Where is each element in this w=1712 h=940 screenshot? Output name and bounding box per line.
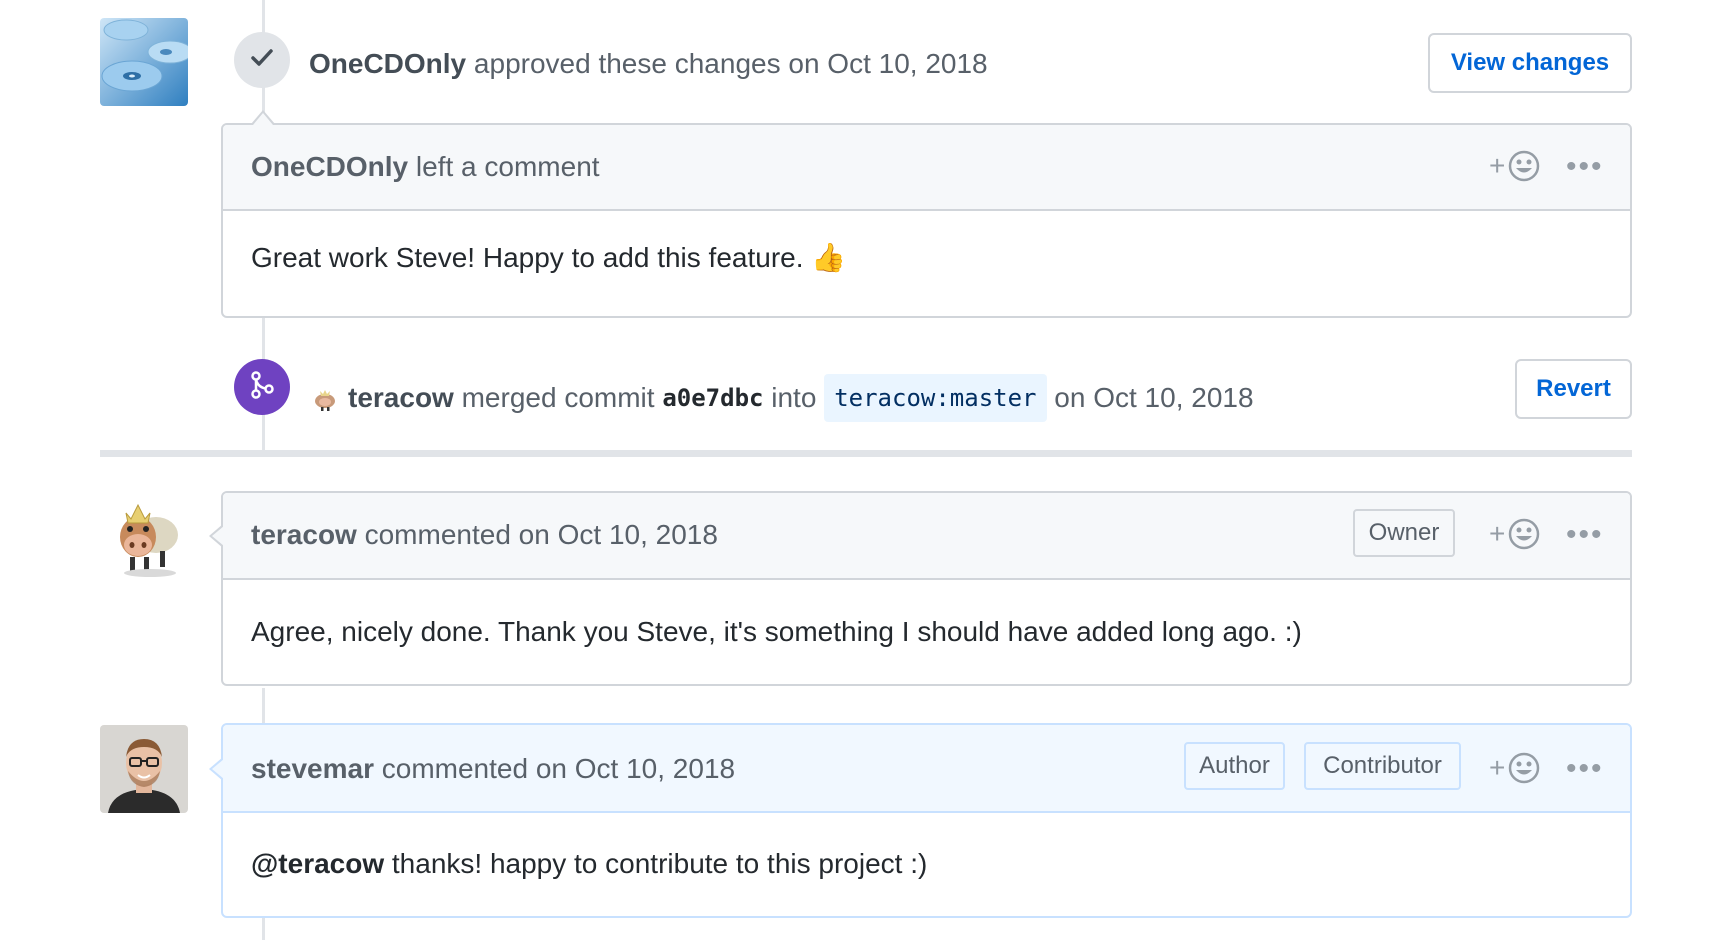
review-comment-author[interactable]: OneCDOnly	[251, 151, 408, 182]
avatar-stevemar[interactable]	[100, 725, 188, 813]
plus-glyph: +	[1489, 752, 1506, 783]
review-comment-text: Great work Steve! Happy to add this feat…	[251, 242, 804, 273]
view-changes-button[interactable]: View changes	[1428, 33, 1632, 93]
plus-glyph: +	[1489, 518, 1506, 549]
comment-header: stevemar commented on Oct 10, 2018 Autho…	[223, 725, 1630, 813]
add-reaction-icon[interactable]: +	[1489, 149, 1541, 183]
approved-badge	[234, 32, 290, 88]
timeline-line	[262, 688, 265, 728]
merge-icon	[249, 370, 275, 405]
comment-header: teracow commented on Oct 10, 2018 Owner …	[223, 493, 1630, 580]
comment-body: @teracow thanks! happy to contribute to …	[251, 846, 927, 882]
card-arrow-inner	[212, 759, 224, 779]
merge-date[interactable]: on Oct 10, 2018	[1054, 380, 1253, 416]
timeline-line	[262, 918, 265, 940]
comment-head-text: teracow commented on Oct 10, 2018	[251, 517, 718, 553]
review-author-link[interactable]: OneCDOnly	[309, 48, 466, 79]
commit-sha-link[interactable]: a0e7dbc	[662, 380, 763, 416]
avatar-onecdonly[interactable]	[100, 18, 188, 106]
branch-ref[interactable]: teracow:master	[824, 374, 1047, 422]
user-mention-link[interactable]: @teracow	[251, 848, 384, 879]
merge-author-link[interactable]: teracow	[348, 380, 454, 416]
comment-meta[interactable]: commented on Oct 10, 2018	[382, 753, 735, 784]
comment-card-teracow: teracow commented on Oct 10, 2018 Owner …	[221, 491, 1632, 686]
review-action: approved these changes on Oct 10, 2018	[473, 48, 988, 79]
merged-badge	[234, 359, 290, 415]
comment-author-link[interactable]: teracow	[251, 519, 357, 550]
card-arrow-inner	[253, 113, 273, 125]
review-event-text: OneCDOnly approved these changes on Oct …	[309, 46, 988, 82]
add-reaction-icon[interactable]: +	[1489, 751, 1541, 785]
contributor-label: Contributor	[1304, 742, 1461, 790]
review-comment-header: OneCDOnly left a comment + •••	[223, 125, 1630, 211]
comment-meta[interactable]: commented on Oct 10, 2018	[365, 519, 718, 550]
review-comment-body: Great work Steve! Happy to add this feat…	[251, 240, 846, 276]
comment-card-stevemar: stevemar commented on Oct 10, 2018 Autho…	[221, 723, 1632, 918]
comment-author-link[interactable]: stevemar	[251, 753, 374, 784]
review-comment-meta: left a comment	[415, 151, 600, 182]
revert-button[interactable]: Revert	[1515, 359, 1632, 419]
review-comment-card: OneCDOnly left a comment + ••• Great wor…	[221, 123, 1632, 318]
comment-body: Agree, nicely done. Thank you Steve, it'…	[251, 614, 1302, 650]
author-label: Author	[1184, 742, 1285, 790]
add-reaction-icon[interactable]: +	[1489, 517, 1541, 551]
comment-head-text: stevemar commented on Oct 10, 2018	[251, 751, 735, 787]
timeline-separator	[100, 450, 1632, 457]
contributor-label-text: Contributor	[1323, 752, 1442, 779]
comment-body-text: Agree, nicely done. Thank you Steve, it'…	[251, 616, 1302, 647]
more-options-icon[interactable]: •••	[1566, 152, 1604, 182]
more-options-icon[interactable]: •••	[1566, 754, 1604, 784]
thumbs-up-emoji: 👍	[811, 241, 847, 274]
view-changes-label: View changes	[1450, 49, 1610, 76]
comment-body-text: thanks! happy to contribute to this proj…	[391, 848, 928, 879]
author-label-text: Author	[1199, 752, 1270, 779]
avatar-teracow[interactable]	[100, 493, 188, 581]
teracow-small-avatar[interactable]	[312, 385, 338, 411]
owner-label: Owner	[1353, 509, 1455, 557]
check-icon	[250, 46, 274, 75]
review-comment-head-text: OneCDOnly left a comment	[251, 149, 600, 185]
merge-event-text: teracow merged commit a0e7dbc into terac…	[312, 374, 1254, 422]
plus-glyph: +	[1489, 150, 1506, 181]
merge-text: merged commit	[461, 382, 655, 413]
merge-into-text: into	[771, 382, 817, 413]
card-arrow-inner	[212, 526, 224, 546]
revert-label: Revert	[1536, 375, 1611, 402]
owner-label-text: Owner	[1368, 519, 1440, 546]
more-options-icon[interactable]: •••	[1566, 520, 1604, 550]
